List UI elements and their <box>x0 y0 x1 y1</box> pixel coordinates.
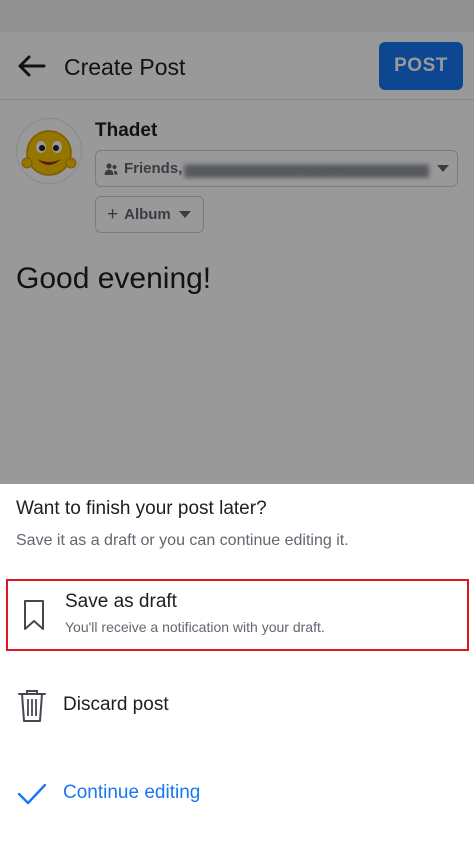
save-draft-sheet: Want to finish your post later? Save it … <box>0 484 474 842</box>
checkmark-icon <box>16 776 48 812</box>
save-as-draft-description: You'll receive a notification with your … <box>65 619 325 635</box>
continue-editing-option[interactable]: Continue editing <box>6 760 469 832</box>
dim-overlay[interactable] <box>0 0 474 484</box>
sheet-title: Want to finish your post later? <box>16 498 267 519</box>
discard-post-label: Discard post <box>63 694 169 715</box>
bookmark-icon <box>18 597 50 633</box>
discard-post-option[interactable]: Discard post <box>6 672 469 744</box>
sheet-subtitle: Save it as a draft or you can continue e… <box>16 532 349 549</box>
save-as-draft-option[interactable]: Save as draft You'll receive a notificat… <box>6 579 469 651</box>
save-as-draft-label: Save as draft <box>65 591 177 612</box>
trash-icon <box>16 688 48 724</box>
continue-editing-label: Continue editing <box>63 782 201 803</box>
